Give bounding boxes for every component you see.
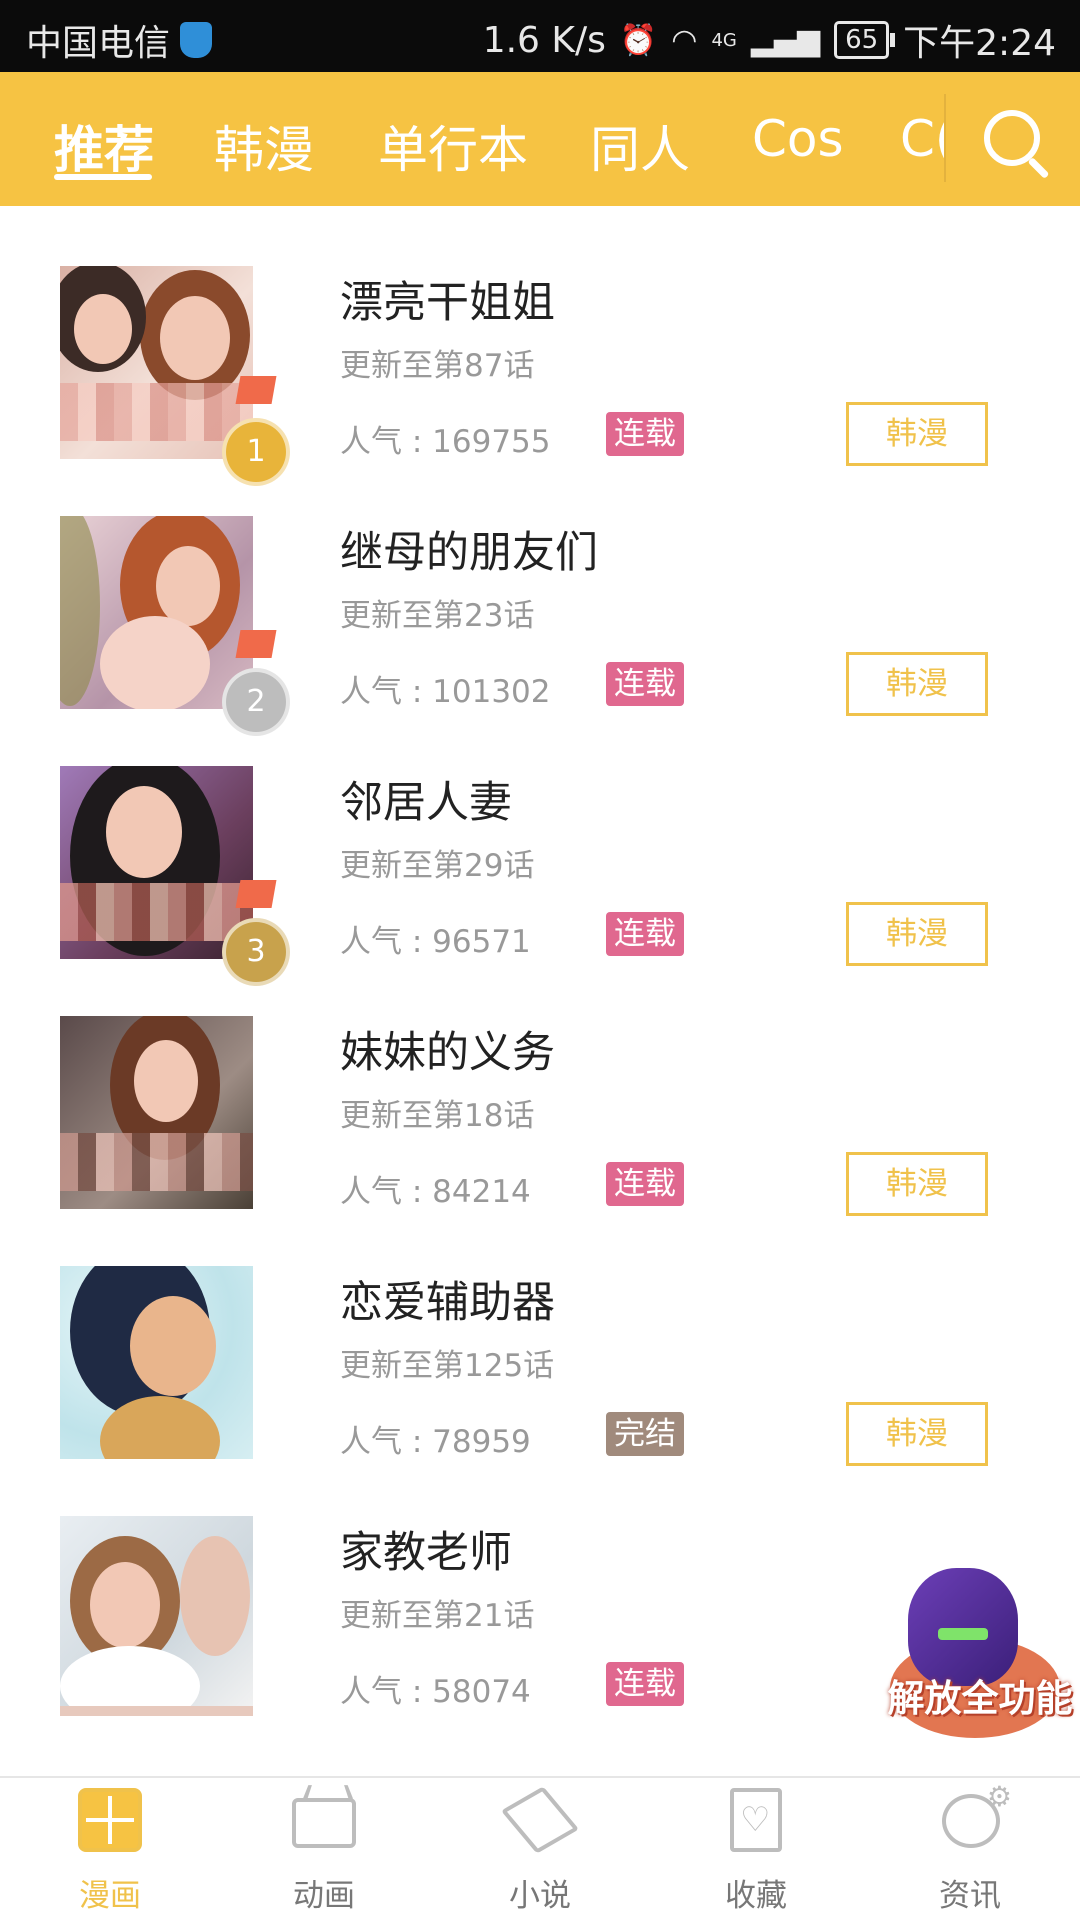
battery-icon: 65 [834,21,896,59]
comic-list-item[interactable]: 妹妹的义务 更新至第18话 人气 : 84214 连载 韩漫 [0,956,1080,1216]
comic-update: 更新至第23话 [340,598,535,634]
comic-list-item[interactable]: 邻居人妻 更新至第29话 人气 : 96571 连载 韩漫 [0,706,1080,966]
rank-badge: 3 [222,918,290,986]
unlock-features-promo[interactable]: 解放全功能 [880,1568,1080,1738]
nav-label: 动画 [293,1878,355,1914]
comic-list-item[interactable]: 恋爱辅助器 更新至第125话 人气 : 78959 完结 韩漫 [0,1206,1080,1466]
status-right: 1.6 K/s ⏰ ◠ 4G ▂▄▆ 65 下午2:24 [483,14,1056,66]
status-badge: 完结 [606,1412,684,1456]
tab-cos[interactable]: Cos [752,110,844,168]
category-tab-bar: 推荐 韩漫 单行本 同人 Cos C( [0,72,1080,206]
comic-title[interactable]: 邻居人妻 [340,768,512,830]
comic-update: 更新至第29话 [340,848,535,884]
rank-badge: 1 [222,418,290,486]
nav-favorites[interactable]: 收藏 [686,1788,826,1918]
status-badge: 连载 [606,412,684,456]
comic-grid-icon [78,1788,142,1852]
comic-title[interactable]: 恋爱辅助器 [340,1268,555,1330]
nav-news[interactable]: 资讯 [900,1780,1040,1918]
status-bar: 中国电信 1.6 K/s ⏰ ◠ 4G ▂▄▆ 65 下午2:24 [0,0,1080,72]
comic-popularity: 人气 : 58074 [340,1674,531,1710]
nav-label: 收藏 [725,1878,787,1914]
tv-icon [292,1798,356,1848]
news-icon [942,1780,1012,1848]
tab-recommend[interactable]: 推荐 [54,110,154,182]
comic-popularity: 人气 : 101302 [340,674,551,710]
next-cover-peek [60,1706,253,1716]
tab-doujin[interactable]: 同人 [590,110,690,182]
tab-volumes[interactable]: 单行本 [378,110,528,182]
comic-list-item[interactable]: 漂亮干姐姐 更新至第87话 人气 : 169755 连载 韩漫 [0,206,1080,466]
tab-cut-off[interactable]: C( [900,110,944,168]
comic-cover[interactable] [60,766,253,959]
shield-icon [180,22,213,58]
comic-popularity: 人气 : 169755 [340,424,551,460]
book-icon [500,1786,580,1854]
rank-ribbon [235,630,277,658]
clock: 下午2:24 [903,23,1056,64]
comic-update: 更新至第125话 [340,1348,555,1384]
comic-cover[interactable] [60,266,253,459]
promo-label: 解放全功能 [887,1677,1073,1720]
comic-popularity: 人气 : 84214 [340,1174,531,1210]
alarm-icon: ⏰ [619,22,658,58]
comic-update: 更新至第21话 [340,1598,535,1634]
rank-ribbon [235,376,277,404]
nav-label: 漫画 [79,1878,141,1914]
comic-update: 更新至第18话 [340,1098,535,1134]
comic-popularity: 人气 : 96571 [340,924,531,960]
nav-label: 小说 [509,1878,571,1914]
tab-korean-comics[interactable]: 韩漫 [214,110,314,182]
network-type: 4G [711,29,737,51]
status-badge: 连载 [606,912,684,956]
tab-divider [944,94,946,182]
status-badge: 连载 [606,662,684,706]
network-speed: 1.6 K/s [482,19,606,61]
comic-title[interactable]: 漂亮干姐姐 [340,268,555,330]
active-tab-indicator [54,174,152,180]
search-button[interactable] [980,108,1050,179]
comic-cover[interactable] [60,1016,253,1209]
comic-title[interactable]: 继母的朋友们 [340,518,598,580]
bottom-navigation: 漫画 动画 小说 收藏 资讯 [0,1776,1080,1922]
comic-list-item[interactable]: 继母的朋友们 更新至第23话 人气 : 101302 连载 韩漫 [0,456,1080,716]
signal-icon: ▂▄▆ [750,22,821,58]
status-left: 中国电信 [26,14,213,66]
status-badge: 连载 [606,1162,684,1206]
comic-cover[interactable] [60,1266,253,1459]
status-badge: 连载 [606,1662,684,1706]
comic-title[interactable]: 妹妹的义务 [340,1018,555,1080]
nav-novels[interactable]: 小说 [470,1786,610,1918]
wifi-icon: ◠ [671,22,698,58]
comic-cover[interactable] [60,1516,253,1709]
comic-update: 更新至第87话 [340,348,535,384]
nav-label: 资讯 [939,1878,1001,1914]
carrier-name: 中国电信 [26,23,171,64]
rank-ribbon [235,880,277,908]
nav-animation[interactable]: 动画 [254,1788,394,1918]
comic-cover[interactable] [60,516,253,709]
rank-badge: 2 [222,668,290,736]
favorite-icon [730,1788,782,1852]
nav-comics[interactable]: 漫画 [40,1788,180,1918]
comic-popularity: 人气 : 78959 [340,1424,531,1460]
comic-title[interactable]: 家教老师 [340,1518,512,1580]
